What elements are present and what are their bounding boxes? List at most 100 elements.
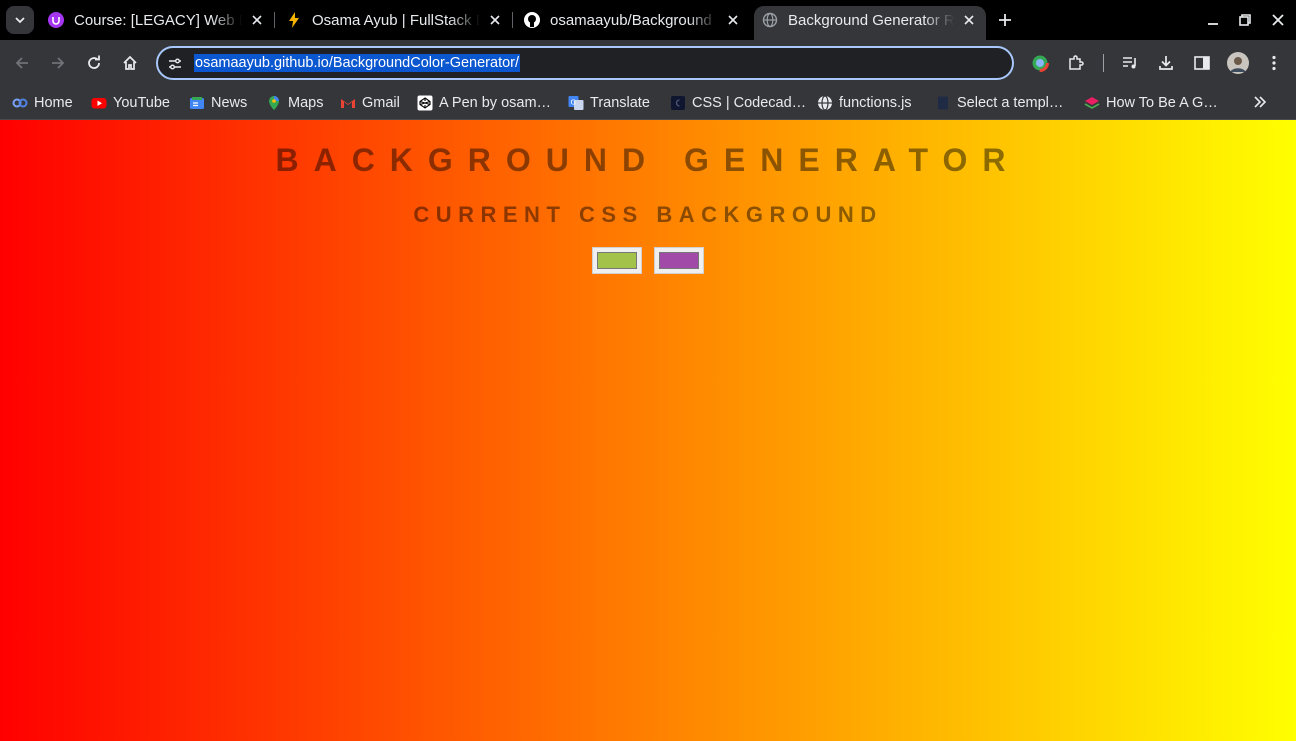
tab-title: Background Generator R xyxy=(788,11,954,29)
side-panel-icon xyxy=(1194,56,1210,70)
tab-course[interactable]: Course: [LEGACY] Web D xyxy=(48,6,266,34)
close-icon[interactable] xyxy=(248,11,266,29)
color-input-1[interactable] xyxy=(592,247,642,274)
home-button[interactable] xyxy=(118,51,142,75)
address-bar[interactable]: osamaayub.github.io/BackgroundColor-Gene… xyxy=(156,46,1014,80)
github-icon xyxy=(524,12,540,28)
maps-pin-icon xyxy=(266,95,282,111)
google-news-icon xyxy=(189,95,205,111)
forward-button[interactable] xyxy=(46,51,70,75)
bookmark-select-template[interactable]: Select a templ… xyxy=(935,92,1063,114)
tab-github[interactable]: osamaayub/Background xyxy=(524,6,742,34)
bookmark-label: A Pen by osam… xyxy=(439,95,552,111)
tab-background-generator[interactable]: Background Generator R xyxy=(754,6,986,40)
reload-button[interactable] xyxy=(82,51,106,75)
stack-icon xyxy=(1084,95,1100,111)
bookmark-label: How To Be A G… xyxy=(1106,95,1218,111)
bookmark-codecademy[interactable]: CSS | Codecad… xyxy=(670,92,806,114)
reload-icon xyxy=(88,55,100,69)
globe-icon xyxy=(817,95,833,111)
color-swatch xyxy=(659,252,699,269)
back-button[interactable] xyxy=(10,51,34,75)
menu-button[interactable] xyxy=(1262,51,1286,75)
bookmark-functions-js[interactable]: functions.js xyxy=(817,92,912,114)
svg-text:G: G xyxy=(571,99,576,107)
bookmark-news[interactable]: News xyxy=(189,92,247,114)
side-panel-button[interactable] xyxy=(1190,51,1214,75)
bookmarks-bar: Home YouTube News Maps Gmail A Pen by os… xyxy=(0,86,1296,120)
bookmark-label: Translate xyxy=(590,95,650,111)
new-tab-button[interactable] xyxy=(994,9,1016,31)
page-icon xyxy=(935,95,951,111)
tab-search-button[interactable] xyxy=(6,6,34,34)
minimize-button[interactable] xyxy=(1202,9,1224,31)
maximize-button[interactable] xyxy=(1234,9,1256,31)
avatar xyxy=(1227,52,1249,74)
chevron-down-icon xyxy=(15,17,25,24)
lightning-icon xyxy=(286,12,302,28)
profile-button[interactable] xyxy=(1226,51,1250,75)
close-window-button[interactable] xyxy=(1267,9,1289,31)
arrow-left-icon xyxy=(15,57,28,69)
page-subheading: Current CSS Background xyxy=(413,202,883,227)
color-input-2[interactable] xyxy=(654,247,704,274)
minimize-icon xyxy=(1208,23,1218,25)
arrow-right-icon xyxy=(52,57,65,69)
toolbar-divider xyxy=(1103,54,1104,72)
more-bookmarks-button[interactable] xyxy=(1250,91,1270,113)
codecademy-icon xyxy=(670,95,686,111)
kebab-menu-icon xyxy=(1272,55,1276,71)
media-control-button[interactable] xyxy=(1118,51,1142,75)
bookmark-youtube[interactable]: YouTube xyxy=(91,92,170,114)
bookmark-gmail[interactable]: Gmail xyxy=(340,92,400,114)
site-info-icon[interactable] xyxy=(166,55,184,73)
home-icon xyxy=(12,95,28,111)
globe-icon xyxy=(762,12,778,28)
plus-icon xyxy=(999,14,1011,26)
bookmark-label: CSS | Codecad… xyxy=(692,95,807,111)
bookmark-label: News xyxy=(211,95,248,111)
double-chevron-right-icon xyxy=(1254,96,1267,108)
tab-separator xyxy=(512,12,513,28)
bookmark-label: functions.js xyxy=(839,95,912,111)
downloads-button[interactable] xyxy=(1154,51,1178,75)
bookmark-label: YouTube xyxy=(113,95,170,111)
close-icon[interactable] xyxy=(486,11,504,29)
google-lens-button[interactable] xyxy=(1028,51,1052,75)
browser-toolbar: osamaayub.github.io/BackgroundColor-Gene… xyxy=(0,40,1296,86)
extensions-button[interactable] xyxy=(1064,51,1088,75)
close-icon xyxy=(1272,14,1284,26)
playlist-icon xyxy=(1123,57,1136,69)
tab-title: Osama Ayub | FullStack D xyxy=(312,11,480,29)
bookmark-label: Maps xyxy=(288,95,324,111)
close-icon[interactable] xyxy=(724,11,742,29)
lens-icon xyxy=(1031,54,1049,72)
youtube-icon xyxy=(91,95,107,111)
translate-icon: G xyxy=(568,95,584,111)
bookmark-codepen[interactable]: A Pen by osam… xyxy=(417,92,551,114)
bookmark-home[interactable]: Home xyxy=(12,92,73,114)
tab-title: osamaayub/Background xyxy=(550,11,712,29)
bookmark-label: Select a templ… xyxy=(957,95,1064,111)
page-body: Background Generator Current CSS Backgro… xyxy=(0,120,1296,741)
color-swatch xyxy=(597,252,637,269)
restore-icon xyxy=(1239,14,1251,26)
bookmark-label: Gmail xyxy=(362,95,400,111)
page-heading: Background Generator xyxy=(275,142,1021,178)
close-icon[interactable] xyxy=(960,11,978,29)
bookmark-label: Home xyxy=(34,95,73,111)
home-icon xyxy=(123,55,137,70)
url-text[interactable]: osamaayub.github.io/BackgroundColor-Gene… xyxy=(194,54,521,72)
download-icon xyxy=(1159,56,1173,70)
bookmark-maps[interactable]: Maps xyxy=(266,92,323,114)
bookmark-how-to[interactable]: How To Be A G… xyxy=(1084,92,1218,114)
puzzle-icon xyxy=(1069,55,1084,70)
udemy-icon xyxy=(48,12,64,28)
gmail-icon xyxy=(340,95,356,111)
tab-portfolio[interactable]: Osama Ayub | FullStack D xyxy=(286,6,504,34)
tab-strip: Course: [LEGACY] Web D Osama Ayub | Full… xyxy=(0,0,1296,40)
tab-title: Course: [LEGACY] Web D xyxy=(74,11,242,29)
tab-separator xyxy=(274,12,275,28)
codepen-icon xyxy=(417,95,433,111)
bookmark-translate[interactable]: G Translate xyxy=(568,92,650,114)
